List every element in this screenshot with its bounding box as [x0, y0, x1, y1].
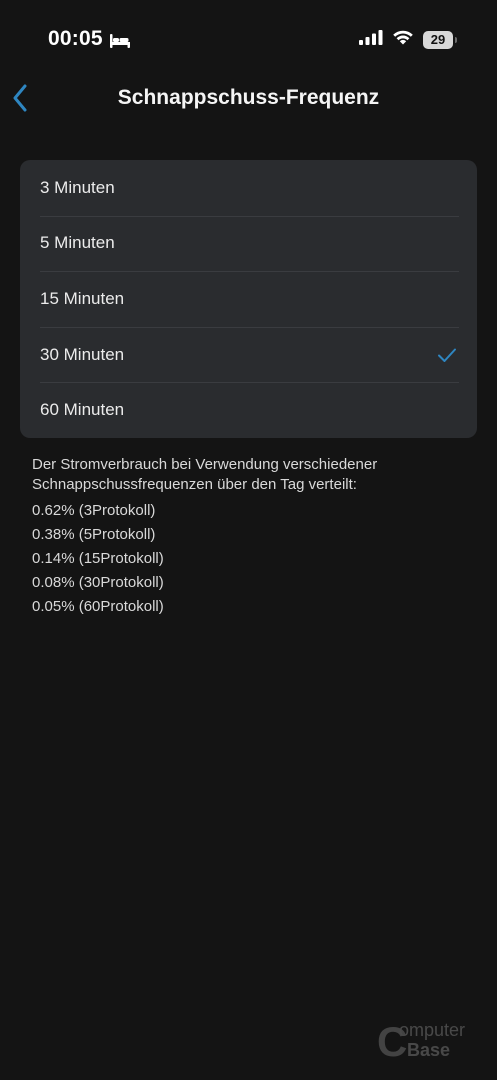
option-label: 30 Minuten [40, 344, 125, 364]
status-indicators: 29 [359, 29, 457, 50]
option-60-minutes[interactable]: 60 Minuten [20, 382, 477, 438]
signal-icon [359, 29, 383, 50]
bed-icon [109, 31, 131, 48]
computerbase-watermark: C omputer Base [377, 1016, 487, 1065]
frequency-options-list: 3 Minuten 5 Minuten 15 Minuten 30 Minute… [20, 160, 477, 438]
option-15-minutes[interactable]: 15 Minuten [20, 271, 477, 327]
status-bar: 00:05 29 [0, 0, 497, 70]
option-label: 15 Minuten [40, 288, 125, 308]
info-line: 0.38% (5Protokoll) [32, 526, 156, 543]
battery-icon: 29 [423, 30, 457, 49]
watermark-text-bottom: Base [407, 1040, 451, 1060]
option-5-minutes[interactable]: 5 Minuten [20, 215, 477, 272]
battery-level: 29 [430, 32, 446, 47]
checkmark-icon [438, 348, 456, 362]
info-line: 0.14% (15Protokoll) [32, 550, 164, 567]
option-label: 60 Minuten [40, 400, 125, 420]
info-line: 0.62% (3Protokoll) [32, 502, 156, 519]
clock-text: 00:05 [48, 27, 103, 50]
option-label: 5 Minuten [40, 233, 115, 253]
watermark-text-top: omputer [399, 1020, 466, 1040]
info-description: Der Stromverbrauch bei Verwendung versch… [32, 456, 378, 493]
navigation-bar: Schnappschuss-Frequenz [0, 76, 497, 120]
page-title: Schnappschuss-Frequenz [117, 86, 380, 109]
power-consumption-info: Der Stromverbrauch bei Verwendung versch… [32, 455, 452, 619]
status-time: 00:05 [48, 27, 131, 51]
option-30-minutes[interactable]: 30 Minuten [20, 326, 477, 383]
wifi-icon [392, 29, 414, 50]
info-line: 0.05% (60Protokoll) [32, 598, 164, 615]
info-line: 0.08% (30Protokoll) [32, 574, 164, 591]
option-3-minutes[interactable]: 3 Minuten [20, 160, 477, 216]
option-label: 3 Minuten [40, 177, 115, 197]
